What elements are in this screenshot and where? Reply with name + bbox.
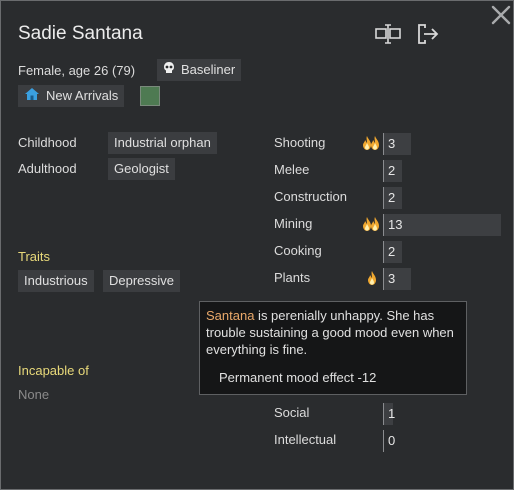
incapable-value: None	[18, 387, 50, 402]
skill-name: Plants	[274, 270, 311, 285]
skill-name: Construction	[274, 189, 347, 204]
faction-label: New Arrivals	[46, 88, 119, 103]
skill-bar-edge	[383, 214, 384, 236]
trait-label: Industrious	[24, 273, 88, 288]
tooltip-description: Santana is perenially unhappy. She has t…	[206, 307, 460, 358]
xenotype-label: Baseliner	[181, 62, 236, 77]
trait-label: Depressive	[109, 273, 175, 288]
trait-chip[interactable]: Depressive	[103, 270, 181, 292]
tooltip-pawn-name: Santana	[206, 308, 255, 323]
skill-level: 13	[388, 217, 403, 232]
childhood-backstory-chip[interactable]: Industrial orphan	[108, 132, 217, 154]
childhood-value: Industrial orphan	[114, 135, 211, 150]
skill-bar-edge	[383, 268, 384, 290]
skill-level: 3	[388, 271, 396, 286]
skill-row-social[interactable]: Social 1	[274, 402, 464, 425]
tooltip-mood-effect: Permanent mood effect -12	[219, 370, 377, 385]
skill-level: 3	[388, 136, 396, 151]
trait-chip[interactable]: Industrious	[18, 270, 94, 292]
character-card-window: Sadie Santana Female, age 26 (79) Baseli…	[0, 0, 514, 490]
adulthood-backstory-chip[interactable]: Geologist	[108, 158, 175, 180]
skill-name: Melee	[274, 162, 310, 177]
skill-level: 0	[388, 433, 396, 448]
skill-name: Shooting	[274, 135, 326, 150]
pawn-name: Sadie Santana	[18, 23, 143, 44]
skill-bar-edge	[383, 187, 384, 209]
skill-level: 2	[388, 190, 396, 205]
pawn-description: Female, age 26 (79)	[18, 63, 136, 78]
skill-row-plants[interactable]: Plants 3	[274, 267, 464, 290]
skill-row-mining[interactable]: Mining 13	[274, 213, 501, 236]
skull-icon	[163, 60, 175, 82]
xenotype-chip[interactable]: Baseliner	[157, 59, 242, 82]
childhood-label: Childhood	[18, 135, 77, 150]
adulthood-value: Geologist	[114, 161, 169, 176]
skill-level: 1	[388, 406, 396, 421]
skill-row-construction[interactable]: Construction 2	[274, 186, 464, 209]
favorite-color-swatch	[140, 86, 160, 106]
skill-name: Intellectual	[274, 432, 337, 447]
home-icon	[24, 86, 40, 108]
faction-chip[interactable]: New Arrivals	[18, 85, 125, 108]
close-icon[interactable]	[490, 4, 512, 26]
skill-name: Social	[274, 405, 310, 420]
banish-icon[interactable]	[415, 23, 441, 45]
skill-name: Cooking	[274, 243, 322, 258]
skill-row-cooking[interactable]: Cooking 2	[274, 240, 464, 263]
skill-name: Mining	[274, 216, 313, 231]
skill-bar-edge	[383, 241, 384, 263]
trait-tooltip: Santana is perenially unhappy. She has t…	[199, 301, 467, 395]
adulthood-label: Adulthood	[18, 161, 77, 176]
incapable-heading: Incapable of	[18, 363, 89, 378]
skill-row-shooting[interactable]: Shooting 3	[274, 132, 464, 155]
skill-bar-edge	[383, 160, 384, 182]
skill-bar-edge	[383, 133, 384, 155]
skill-bar-edge	[383, 403, 384, 425]
skill-row-intellectual[interactable]: Intellectual 0	[274, 429, 464, 452]
skill-bar-edge	[383, 430, 384, 452]
traits-heading: Traits	[18, 249, 51, 264]
rename-icon[interactable]	[375, 23, 401, 45]
skill-level: 2	[388, 244, 396, 259]
skill-row-melee[interactable]: Melee 2	[274, 159, 464, 182]
skill-level: 2	[388, 163, 396, 178]
